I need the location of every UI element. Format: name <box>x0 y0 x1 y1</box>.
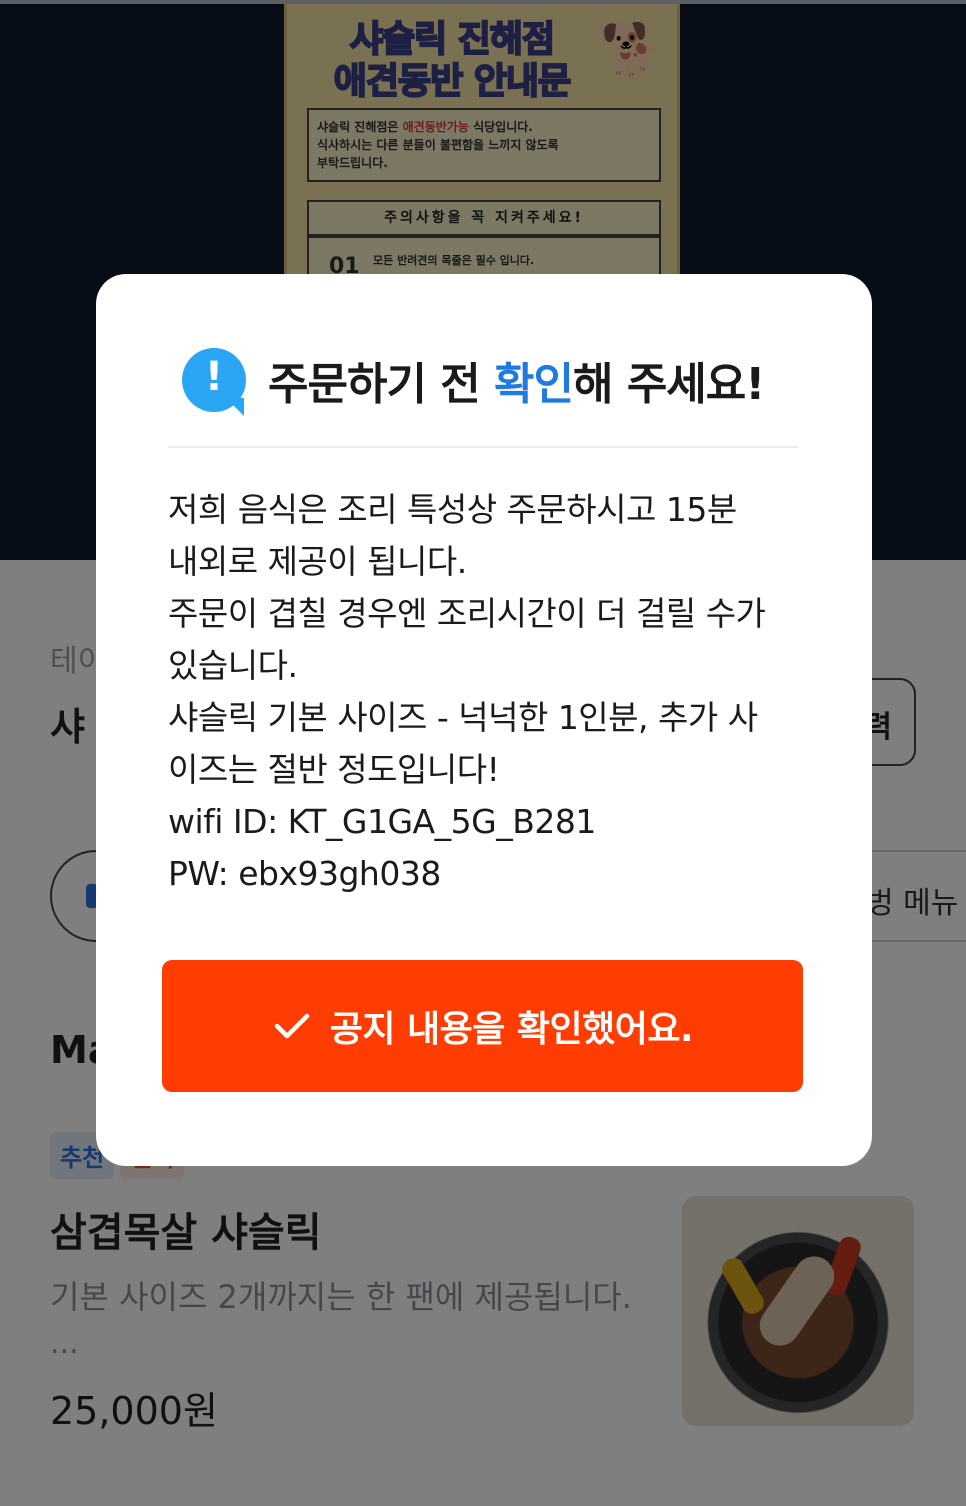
confirm-notice-button[interactable]: 공지 내용을 확인했어요. <box>162 960 803 1092</box>
wifi-password-line: PW: ebx93gh038 <box>168 854 441 893</box>
confirm-notice-button-label: 공지 내용을 확인했어요. <box>329 1009 694 1050</box>
notice-line: 주문이 겹칠 경우엔 조리시간이 더 걸릴 수가 <box>168 594 766 633</box>
modal-title: 주문하기 전 확인해 주세요! <box>268 348 765 412</box>
wifi-id-line: wifi ID: KT_G1GA_5G_B281 <box>168 802 596 841</box>
modal-title-accent: 확인 <box>494 359 574 410</box>
notice-line: 이즈는 절반 정도입니다! <box>168 750 500 789</box>
modal-divider <box>168 446 798 448</box>
modal-title-part2: 해 주세요! <box>573 359 765 410</box>
notice-line: 저희 음식은 조리 특성상 주문하시고 15분 <box>168 490 737 529</box>
checkmark-icon <box>274 1013 310 1039</box>
notice-line: 있습니다. <box>168 646 298 685</box>
modal-header: ! 주문하기 전 확인해 주세요! <box>182 344 765 416</box>
modal-notice-text: 저희 음식은 조리 특성상 주문하시고 15분 내외로 제공이 됩니다. 주문이… <box>168 484 808 900</box>
exclamation-glyph: ! <box>204 354 224 400</box>
modal-title-part1: 주문하기 전 <box>268 359 495 410</box>
order-notice-modal: ! 주문하기 전 확인해 주세요! 저희 음식은 조리 특성상 주문하시고 15… <box>96 274 872 1166</box>
notice-line: 샤슬릭 기본 사이즈 - 넉넉한 1인분, 추가 사 <box>168 698 758 737</box>
exclamation-icon: ! <box>182 348 246 412</box>
notice-line: 내외로 제공이 됩니다. <box>168 542 467 581</box>
